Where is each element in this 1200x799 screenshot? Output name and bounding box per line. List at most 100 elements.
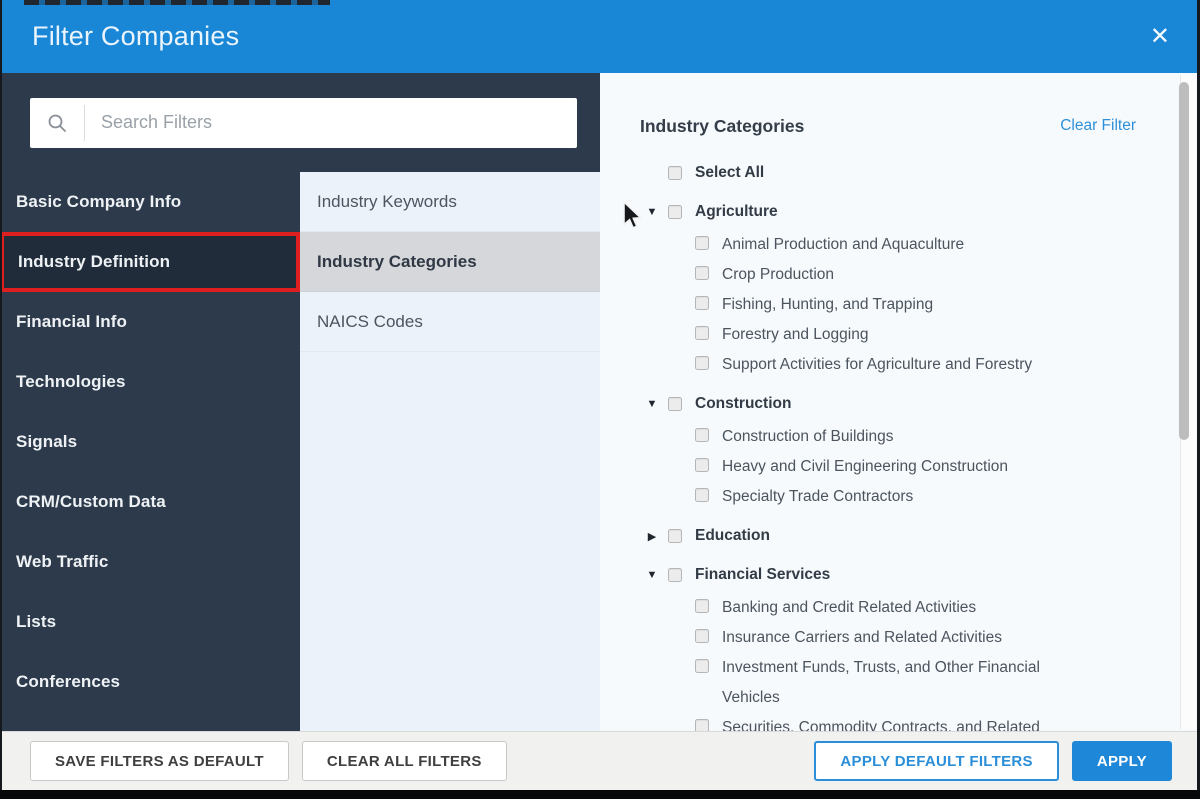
tree-row-banking-and-credit-related-activities: Banking and Credit Related Activities: [640, 593, 1136, 623]
subcategory-label: Animal Production and Aquaculture: [722, 236, 965, 253]
clear-filter-link[interactable]: Clear Filter: [1060, 117, 1136, 135]
subcategory-label: Fishing, Hunting, and Trapping: [722, 296, 934, 313]
subcategory-checkbox[interactable]: [695, 719, 709, 731]
sidebar-item-technologies[interactable]: Technologies: [0, 352, 300, 412]
subcategory-checkbox[interactable]: [695, 326, 709, 340]
search-icon: [30, 113, 84, 133]
subcategory-checkbox[interactable]: [695, 659, 709, 673]
background-page-text-remnant: [24, 0, 330, 5]
save-filters-as-default-button[interactable]: SAVE FILTERS AS DEFAULT: [30, 741, 289, 781]
sidebar-item-label: Lists: [16, 612, 57, 631]
tree-row-fishing-hunting-and-trapping: Fishing, Hunting, and Trapping: [640, 290, 1136, 320]
category-checkbox[interactable]: [668, 568, 682, 582]
category-checkbox[interactable]: [668, 397, 682, 411]
sidebar-item-label: Conferences: [16, 672, 121, 691]
tree-row-education: ▶ Education: [640, 521, 1136, 551]
sidebar-item-label: Industry Definition: [18, 252, 171, 271]
filter-companies-modal: Filter Companies ✕ Basic Company I: [0, 0, 1200, 799]
search-box: [30, 97, 577, 148]
category-label: Education: [695, 527, 770, 544]
tree-row-agriculture: ▼ Agriculture: [640, 197, 1136, 227]
sidebar-item-crm-custom-data[interactable]: CRM/Custom Data: [0, 472, 300, 532]
footer-left-buttons: SAVE FILTERS AS DEFAULT CLEAR ALL FILTERS: [30, 741, 507, 781]
tree-row-forestry-and-logging: Forestry and Logging: [640, 320, 1136, 350]
search-area: [0, 73, 600, 172]
panel-title: Industry Categories: [640, 115, 805, 136]
tree-row-financial-services: ▼ Financial Services: [640, 560, 1136, 590]
apply-button[interactable]: APPLY: [1071, 741, 1172, 781]
subnav-item-naics-codes[interactable]: NAICS Codes: [300, 292, 600, 352]
sidebar-item-label: Basic Company Info: [16, 192, 182, 211]
subcategory-checkbox[interactable]: [695, 428, 709, 442]
subcategory-checkbox[interactable]: [695, 599, 709, 613]
sidebar-item-industry-definition[interactable]: Industry Definition: [0, 232, 300, 292]
tree-row-construction: ▼ Construction: [640, 389, 1136, 419]
tree-row-securities-commodity-contracts-and-related: Securities, Commodity Contracts, and Rel…: [640, 713, 1136, 731]
sidebar-item-lists[interactable]: Lists: [0, 592, 300, 652]
tree-row-animal-production-and-aquaculture: Animal Production and Aquaculture: [640, 230, 1136, 260]
scrollbar-track[interactable]: [1179, 75, 1196, 729]
sidebar-item-conferences[interactable]: Conferences: [0, 652, 300, 712]
modal-body: Basic Company Info Industry Definition Fin…: [0, 73, 1200, 731]
sidebar-item-label: CRM/Custom Data: [16, 492, 166, 511]
sidebar-item-signals[interactable]: Signals: [0, 412, 300, 472]
subcategory-label: Investment Funds, Trusts, and Other Fina…: [722, 659, 1040, 706]
category-checkbox[interactable]: [668, 529, 682, 543]
tree-row-heavy-and-civil-engineering-construction: Heavy and Civil Engineering Construction: [640, 452, 1136, 482]
sidebar-item-label: Financial Info: [16, 312, 127, 331]
sidebar-item-label: Technologies: [16, 372, 126, 391]
tree-row-insurance-carriers-and-related-activities: Insurance Carriers and Related Activitie…: [640, 623, 1136, 653]
subcategory-label: Securities, Commodity Contracts, and Rel…: [722, 719, 1040, 731]
modal-header: Filter Companies ✕: [0, 0, 1200, 73]
subcategory-label: Construction of Buildings: [722, 428, 894, 445]
screen-edge: [0, 0, 2, 799]
clear-all-filters-button[interactable]: CLEAR ALL FILTERS: [301, 741, 507, 781]
search-input[interactable]: [85, 97, 577, 148]
tree-row-crop-production: Crop Production: [640, 260, 1136, 290]
subcategory-checkbox[interactable]: [695, 266, 709, 280]
tree-row-investment-funds-trusts-and-other-financial-vehicles: Investment Funds, Trusts, and Other Fina…: [640, 653, 1136, 713]
subcategory-label: Specialty Trade Contractors: [722, 488, 914, 505]
category-tree: Select All ▼ Agriculture Animal Production …: [640, 158, 1136, 731]
subcategory-checkbox[interactable]: [695, 236, 709, 250]
category-label: Agriculture: [695, 203, 778, 220]
subcategory-checkbox[interactable]: [695, 488, 709, 502]
subcategory-label: Banking and Credit Related Activities: [722, 599, 977, 616]
subnav-item-label: Industry Keywords: [317, 191, 457, 211]
tree-row-support-activities-for-agriculture-and-forestry: Support Activities for Agriculture and F…: [640, 350, 1136, 380]
subcategory-checkbox[interactable]: [695, 296, 709, 310]
sidebar-item-basic-company-info[interactable]: Basic Company Info: [0, 172, 300, 232]
sidebar-item-financial-info[interactable]: Financial Info: [0, 292, 300, 352]
modal-footer: SAVE FILTERS AS DEFAULT CLEAR ALL FILTERS…: [0, 731, 1200, 790]
filter-nav-region: Basic Company Info Industry Definition Fin…: [0, 73, 600, 731]
category-label: Construction: [695, 395, 792, 412]
subcategory-checkbox[interactable]: [695, 629, 709, 643]
subnav-item-label: NAICS Codes: [317, 311, 423, 331]
category-checkbox[interactable]: [668, 205, 682, 219]
subcategory-label: Insurance Carriers and Related Activitie…: [722, 629, 1002, 646]
expand-caret-icon[interactable]: ▶: [645, 530, 659, 543]
filter-subcategory-list: Industry Keywords Industry Categories NAIC…: [300, 172, 600, 731]
category-label: Financial Services: [695, 566, 831, 583]
collapse-caret-icon[interactable]: ▼: [645, 206, 659, 218]
sidebar-item-label: Signals: [16, 432, 78, 451]
filter-category-list: Basic Company Info Industry Definition Fin…: [0, 172, 300, 731]
tree-row-select-all: Select All: [640, 158, 1136, 188]
subcategory-label: Support Activities for Agriculture and F…: [722, 356, 1033, 373]
sidebar-item-web-traffic[interactable]: Web Traffic: [0, 532, 300, 592]
subnav-item-industry-categories[interactable]: Industry Categories: [300, 232, 600, 292]
subnav-item-label: Industry Categories: [317, 251, 477, 271]
screen-edge: [0, 790, 1200, 799]
subcategory-checkbox[interactable]: [695, 356, 709, 370]
collapse-caret-icon[interactable]: ▼: [645, 398, 659, 410]
subcategory-label: Forestry and Logging: [722, 326, 869, 343]
close-icon[interactable]: ✕: [1150, 24, 1170, 49]
subcategory-checkbox[interactable]: [695, 458, 709, 472]
panel-head: Industry Categories Clear Filter: [640, 111, 1136, 141]
apply-default-filters-button[interactable]: APPLY DEFAULT FILTERS: [814, 741, 1059, 781]
collapse-caret-icon[interactable]: ▼: [645, 569, 659, 581]
tree-row-construction-of-buildings: Construction of Buildings: [640, 422, 1136, 452]
scrollbar-thumb[interactable]: [1179, 82, 1189, 440]
select-all-checkbox[interactable]: [668, 166, 682, 180]
subnav-item-industry-keywords[interactable]: Industry Keywords: [300, 172, 600, 232]
